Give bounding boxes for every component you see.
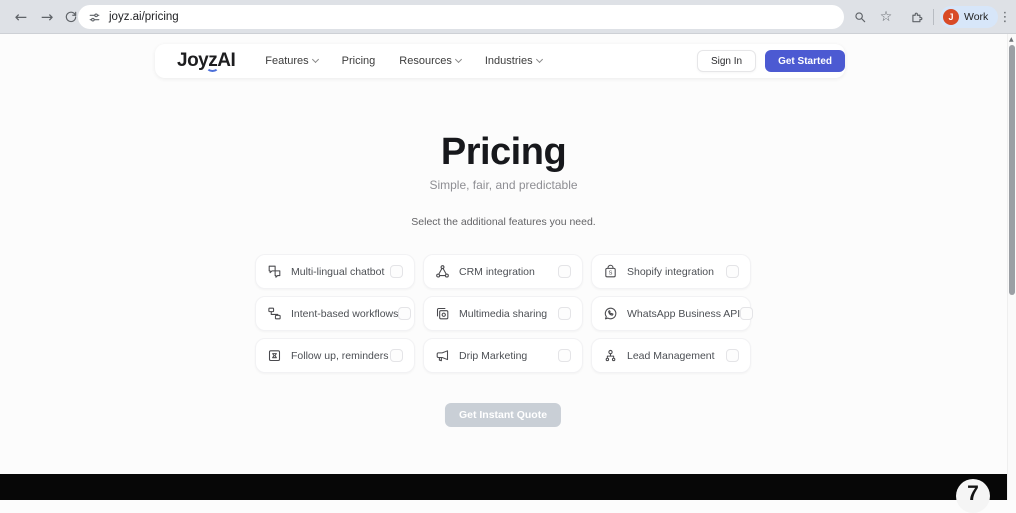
nav-links: Features Pricing Resources Industries	[265, 55, 543, 67]
feature-checkbox[interactable]	[558, 349, 571, 362]
browser-menu-icon[interactable]: ⋮	[992, 4, 1016, 30]
feature-label: Follow up, reminders	[291, 349, 389, 362]
zoom-icon[interactable]	[847, 4, 873, 30]
media-stack-icon	[435, 306, 450, 321]
chevron-down-icon	[311, 55, 319, 64]
scrollbar-up-arrow[interactable]: ▲	[1009, 36, 1014, 43]
footer-badge-widget[interactable]: 7	[956, 479, 990, 513]
lead-person-icon	[603, 348, 618, 363]
feature-checkbox[interactable]	[390, 349, 403, 362]
feature-label: Multimedia sharing	[459, 307, 548, 320]
nav-item-pricing[interactable]: Pricing	[342, 55, 376, 67]
feature-checkbox[interactable]	[558, 265, 571, 278]
feature-card-lead-management[interactable]: Lead Management	[591, 338, 751, 373]
nav-item-features[interactable]: Features	[265, 55, 319, 67]
feature-card-whatsapp-business-api[interactable]: WhatsApp Business API	[591, 296, 754, 331]
profile-avatar: J	[943, 9, 959, 25]
feature-label: CRM integration	[459, 265, 535, 278]
svg-text:S: S	[609, 271, 613, 277]
translate-chat-icon	[267, 264, 282, 279]
url-text[interactable]: joyz.ai/pricing	[109, 11, 179, 23]
reminder-box-icon	[267, 348, 282, 363]
feature-label: WhatsApp Business API	[627, 307, 741, 320]
feature-label: Lead Management	[627, 349, 715, 362]
network-nodes-icon	[435, 264, 450, 279]
profile-name: Work	[964, 11, 989, 23]
feature-card-shopify-integration[interactable]: S Shopify integration	[591, 254, 751, 289]
chevron-down-icon	[535, 55, 543, 64]
site-logo[interactable]: JoyzAI	[177, 50, 236, 72]
browser-toolbar: ← → joyz.ai/pricing ☆ J Work ⋮	[0, 0, 1016, 34]
toolbar-divider	[933, 9, 934, 25]
feature-label: Multi-lingual chatbot	[291, 265, 385, 278]
nav-item-industries[interactable]: Industries	[485, 55, 543, 67]
feature-checkbox[interactable]	[558, 307, 571, 320]
feature-label: Intent-based workflows	[291, 307, 399, 320]
feature-label: Drip Marketing	[459, 349, 528, 362]
site-navbar: JoyzAI Features Pricing Resources Indust…	[155, 44, 845, 78]
page-title: Pricing	[440, 131, 567, 173]
get-instant-quote-button[interactable]: Get Instant Quote	[444, 403, 562, 427]
feature-checkbox[interactable]	[398, 307, 412, 320]
get-started-button[interactable]: Get Started	[765, 50, 845, 72]
feature-grid: Multi-lingual chatbot CRM integration S …	[255, 254, 754, 373]
sign-in-button[interactable]: Sign In	[696, 50, 757, 72]
profile-chip[interactable]: J Work	[940, 6, 999, 28]
forward-button[interactable]: →	[34, 4, 60, 30]
footer-bar	[0, 474, 1007, 500]
feature-card-multi-lingual-chatbot[interactable]: Multi-lingual chatbot	[255, 254, 415, 289]
shopping-bag-icon: S	[603, 264, 618, 279]
feature-select-instruction: Select the additional features you need.	[411, 216, 596, 228]
scrollbar[interactable]: ▲	[1007, 34, 1016, 500]
feature-card-crm-integration[interactable]: CRM integration	[423, 254, 583, 289]
feature-card-follow-up-reminders[interactable]: Follow up, reminders	[255, 338, 415, 373]
scrollbar-thumb[interactable]	[1009, 45, 1015, 295]
feature-label: Shopify integration	[627, 265, 714, 278]
nav-item-resources[interactable]: Resources	[399, 55, 462, 67]
page-subtitle: Simple, fair, and predictable	[429, 178, 578, 192]
site-info-icon[interactable]	[88, 11, 101, 24]
chevron-down-icon	[454, 55, 462, 64]
footer-badge-number: 7	[967, 482, 979, 505]
feature-checkbox[interactable]	[390, 265, 403, 278]
extensions-icon[interactable]	[904, 4, 930, 30]
feature-card-multimedia-sharing[interactable]: Multimedia sharing	[423, 296, 583, 331]
back-button[interactable]: ←	[8, 4, 34, 30]
workflow-icon	[267, 306, 282, 321]
address-bar[interactable]: joyz.ai/pricing	[78, 5, 844, 29]
feature-card-drip-marketing[interactable]: Drip Marketing	[423, 338, 583, 373]
feature-checkbox[interactable]	[740, 307, 754, 320]
bookmark-star-icon[interactable]: ☆	[873, 4, 899, 30]
feature-checkbox[interactable]	[726, 265, 739, 278]
whatsapp-icon	[603, 306, 618, 321]
feature-card-intent-based-workflows[interactable]: Intent-based workflows	[255, 296, 415, 331]
feature-checkbox[interactable]	[726, 349, 739, 362]
megaphone-icon	[435, 348, 450, 363]
